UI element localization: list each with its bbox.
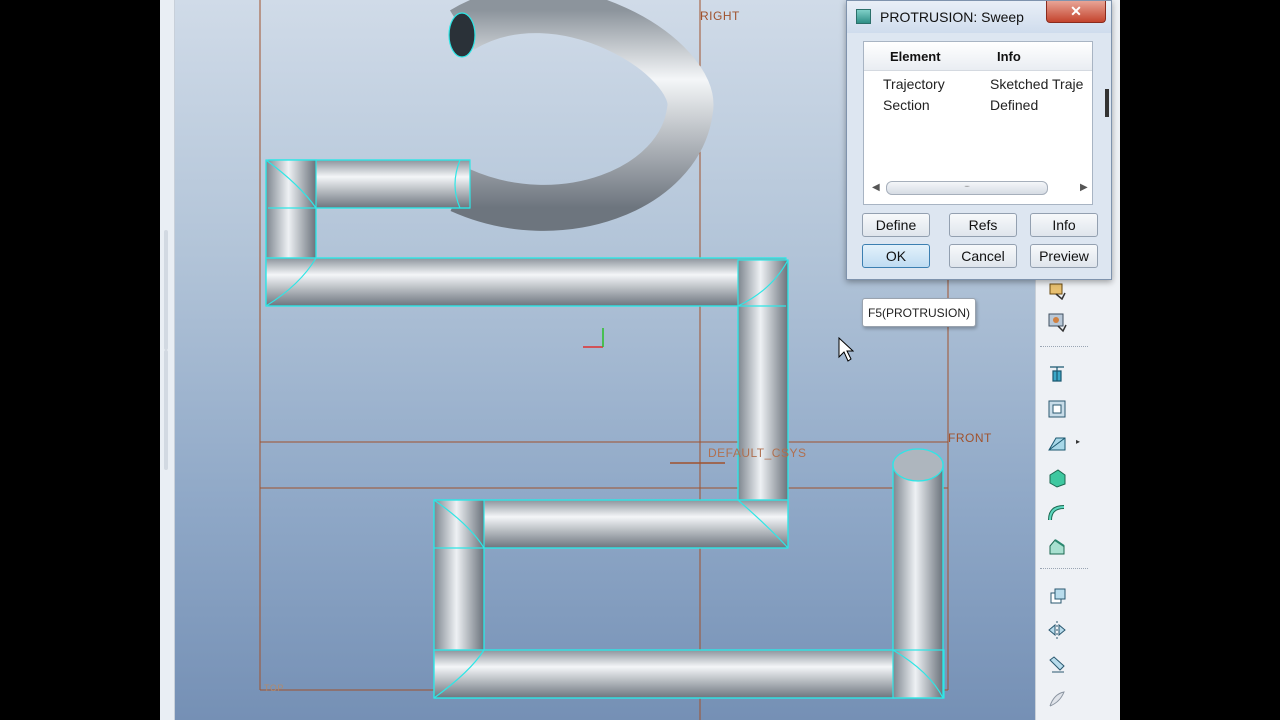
define-button[interactable]: Define [862,213,930,237]
datum-point-icon[interactable] [1042,308,1072,336]
feature-tooltip: F5(PROTRUSION) [862,298,976,327]
dialog-titlebar[interactable]: PROTRUSION: Sweep ✕ [847,1,1111,33]
video-letterbox-right [1120,0,1280,720]
scroll-thumb[interactable]: ┈ [886,181,1048,195]
dialog-app-icon [856,9,871,24]
toolbar-separator [1040,346,1088,347]
datum-label-top[interactable]: TOP [264,683,284,693]
column-header-info[interactable]: Info [997,49,1021,64]
draft-icon[interactable] [1042,464,1072,492]
video-letterbox-left [0,0,160,720]
element-info-table: Element Info Trajectory Sketched Traje S… [863,41,1093,205]
scroll-left-arrow-icon[interactable]: ◀ [872,182,880,193]
ok-button[interactable]: OK [862,244,930,268]
horizontal-scrollbar[interactable]: ◀ ┈ ▶ [864,178,1092,198]
pattern-icon[interactable] [1042,582,1072,610]
chamfer-icon[interactable] [1042,533,1072,561]
column-header-element[interactable]: Element [890,49,941,64]
row-info-cell: Defined [990,97,1039,113]
row-info-cell: Sketched Traje [990,76,1084,92]
viewport-left-edge [160,0,175,720]
cancel-button[interactable]: Cancel [949,244,1017,268]
splitter-grip[interactable] [164,230,168,350]
shell-icon[interactable] [1042,395,1072,423]
csys-triad [583,328,725,464]
flyout-arrow-icon[interactable]: ▸ [1076,437,1080,446]
row-element-cell: Section [883,97,930,113]
style-icon[interactable] [1042,685,1072,713]
table-header: Element Info [864,42,1092,71]
trim-icon[interactable] [1042,651,1072,679]
sketch-offset-icon[interactable] [1042,276,1072,304]
row-element-cell: Trajectory [883,76,945,92]
dialog-title: PROTRUSION: Sweep [880,9,1024,25]
datum-label-front[interactable]: FRONT [948,431,992,445]
rib-icon[interactable] [1042,429,1072,457]
protrusion-sweep-dialog: PROTRUSION: Sweep ✕ Element Info Traject… [846,0,1112,280]
preview-button[interactable]: Preview [1030,244,1098,268]
close-button[interactable]: ✕ [1046,1,1106,23]
mirror-icon[interactable] [1042,616,1072,644]
csys-label[interactable]: DEFAULT_CSYS [708,446,806,460]
refs-button[interactable]: Refs [949,213,1017,237]
round-icon[interactable] [1042,499,1072,527]
hole-icon[interactable] [1042,360,1072,388]
info-button[interactable]: Info [1030,213,1098,237]
mouse-pointer-icon [838,336,855,368]
toolbar-separator [1040,568,1088,569]
datum-label-right[interactable]: RIGHT [700,9,740,23]
vertical-scrollbar-edge [1105,89,1109,117]
scroll-right-arrow-icon[interactable]: ▶ [1080,182,1088,193]
splitter-grip[interactable] [164,350,168,470]
